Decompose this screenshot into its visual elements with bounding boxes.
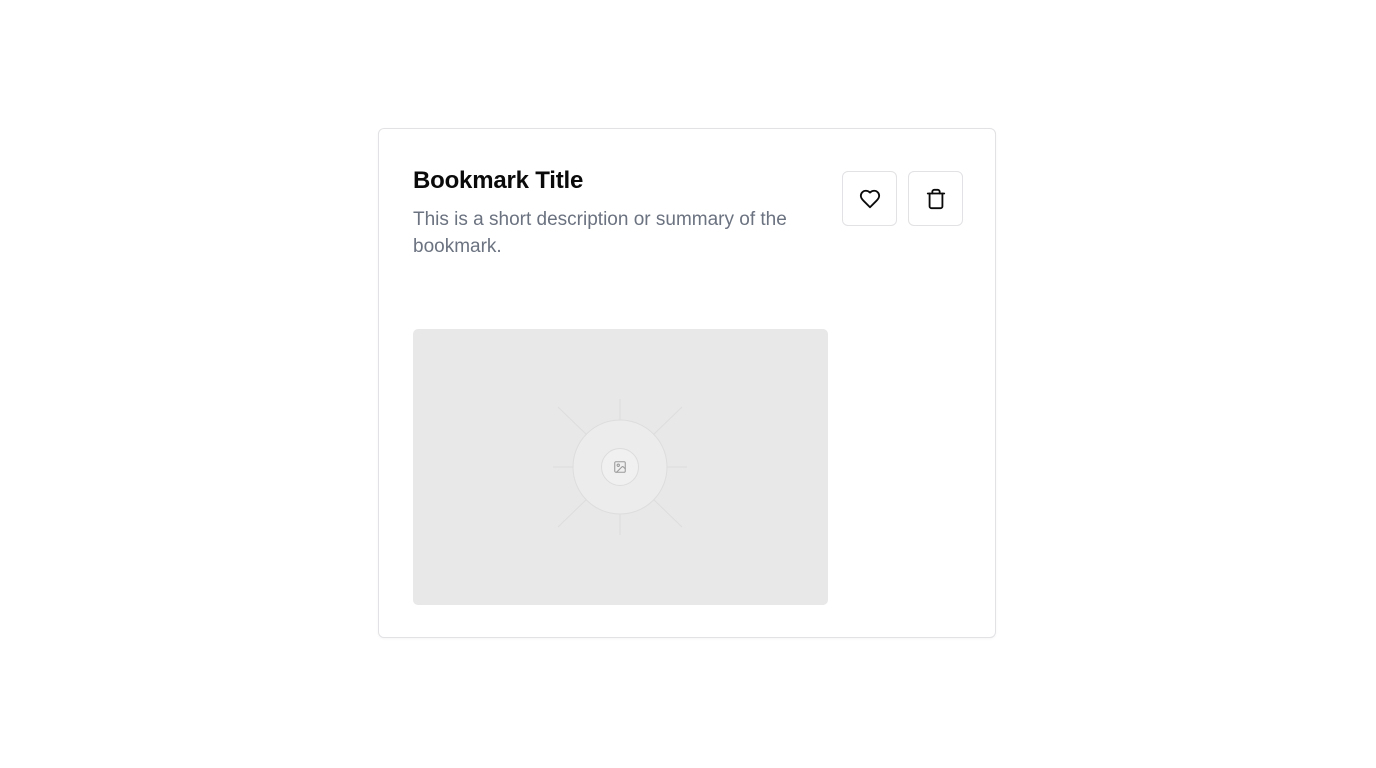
trash-icon bbox=[926, 188, 945, 209]
like-button[interactable] bbox=[842, 171, 897, 226]
heart-icon bbox=[859, 189, 880, 208]
image-icon-badge bbox=[601, 448, 639, 486]
bookmark-image-placeholder bbox=[413, 329, 828, 605]
delete-button[interactable] bbox=[908, 171, 963, 226]
bookmark-header: Bookmark Title This is a short descripti… bbox=[413, 167, 833, 260]
bookmark-description: This is a short description or summary o… bbox=[413, 209, 787, 257]
bookmark-card: Bookmark Title This is a short descripti… bbox=[378, 128, 996, 638]
image-icon bbox=[614, 461, 626, 473]
bookmark-title: Bookmark Title bbox=[413, 167, 584, 194]
